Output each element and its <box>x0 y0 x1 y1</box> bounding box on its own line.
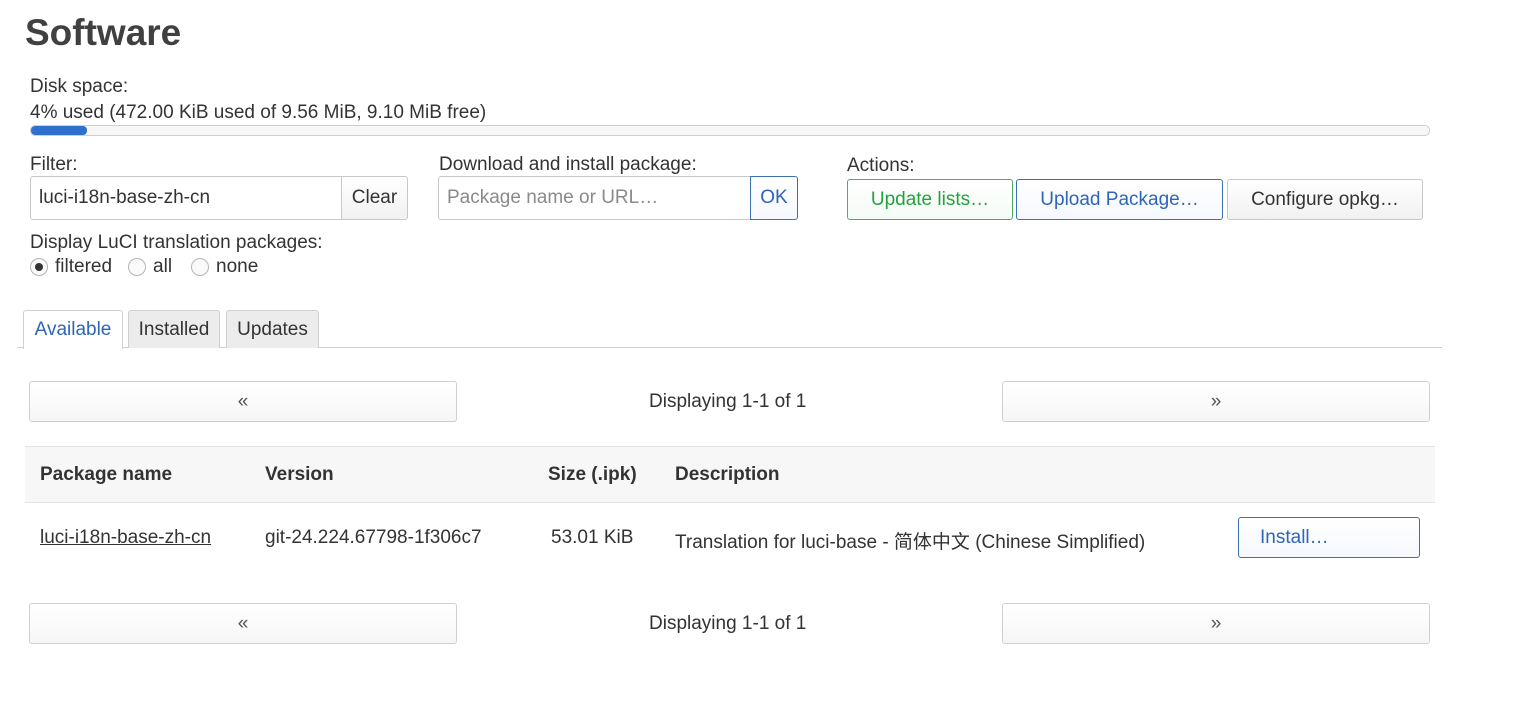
update-lists-button[interactable]: Update lists… <box>847 179 1013 220</box>
filter-label: Filter: <box>30 154 78 175</box>
col-header-version: Version <box>265 464 334 485</box>
page-title: Software <box>25 12 182 53</box>
prev-page-button-bottom[interactable]: « <box>29 603 457 644</box>
filter-input[interactable] <box>30 176 342 220</box>
radio-all-label[interactable]: all <box>153 256 172 278</box>
prev-page-button[interactable]: « <box>29 381 457 422</box>
pager-status: Displaying 1-1 of 1 <box>649 391 807 412</box>
download-label: Download and install package: <box>439 154 697 175</box>
package-name-link[interactable]: luci-i18n-base-zh-cn <box>40 527 211 549</box>
disk-usage-fill <box>31 126 87 135</box>
radio-all[interactable] <box>128 258 147 276</box>
ok-button[interactable]: OK <box>750 176 798 220</box>
clear-filter-button[interactable]: Clear <box>341 176 408 220</box>
disk-usage-text: 4% used (472.00 KiB used of 9.56 MiB, 9.… <box>30 102 487 123</box>
tab-updates[interactable]: Updates <box>226 310 319 348</box>
translation-radio-group: filtered all none <box>30 256 258 278</box>
upload-package-button[interactable]: Upload Package… <box>1016 179 1223 220</box>
radio-none-label[interactable]: none <box>216 256 258 278</box>
package-url-input[interactable] <box>438 176 751 220</box>
pager-status-bottom: Displaying 1-1 of 1 <box>649 613 807 634</box>
col-header-size: Size (.ipk) <box>548 464 637 485</box>
radio-filtered-label[interactable]: filtered <box>55 256 112 278</box>
disk-usage-bar <box>30 125 1430 136</box>
package-size: 53.01 KiB <box>551 527 634 548</box>
configure-opkg-button[interactable]: Configure opkg… <box>1227 179 1423 220</box>
disk-space-label: Disk space: <box>30 76 129 97</box>
radio-none[interactable] <box>191 258 210 276</box>
next-page-button-bottom[interactable]: » <box>1002 603 1430 644</box>
tab-installed[interactable]: Installed <box>128 310 220 348</box>
col-header-description: Description <box>675 464 780 485</box>
col-header-package-name: Package name <box>40 464 173 485</box>
actions-label: Actions: <box>847 155 915 176</box>
next-page-button[interactable]: » <box>1002 381 1430 422</box>
table-row: luci-i18n-base-zh-cn git-24.224.67798-1f… <box>25 502 1435 572</box>
radio-filtered[interactable] <box>30 258 48 276</box>
package-version: git-24.224.67798-1f306c7 <box>265 527 482 548</box>
translation-label: Display LuCI translation packages: <box>30 232 323 253</box>
package-description: Translation for luci-base - 简体中文 (Chines… <box>675 532 1146 553</box>
install-button[interactable]: Install… <box>1238 517 1420 558</box>
tab-available[interactable]: Available <box>23 310 123 349</box>
